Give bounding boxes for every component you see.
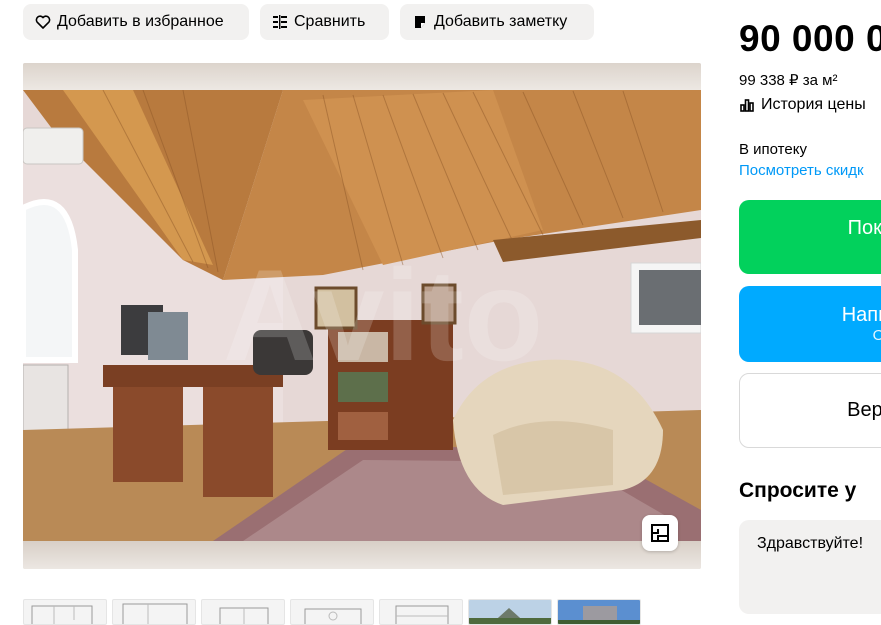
add-to-favorites-label: Добавить в избранное	[57, 13, 224, 30]
bar-chart-icon	[740, 99, 754, 112]
add-note-label: Добавить заметку	[434, 13, 568, 30]
write-message-label: Напис	[841, 304, 881, 326]
photo-gallery[interactable]: Avito	[23, 63, 701, 569]
show-phone-label: Пока	[847, 217, 881, 239]
write-message-button[interactable]: Напис Отве	[739, 286, 881, 362]
add-note-button[interactable]: Добавить заметку	[400, 4, 594, 40]
view-discount-link[interactable]: Посмотреть скидк	[739, 162, 864, 179]
show-phone-sublabel: 8	[754, 240, 881, 257]
thumbnail-exterior[interactable]	[557, 599, 641, 625]
ask-seller-message-text: Здравствуйте!	[757, 535, 864, 552]
thumbnail-floor-plan[interactable]	[379, 599, 463, 625]
compare-label: Сравнить	[294, 13, 366, 30]
avito-watermark: Avito	[223, 242, 543, 388]
note-icon	[415, 16, 425, 28]
thumbnail-strip	[23, 599, 641, 625]
floor-plan-icon	[651, 524, 669, 542]
write-message-sublabel: Отве	[872, 327, 881, 344]
price: 90 000 0	[739, 18, 881, 59]
gallery-top-strip	[23, 63, 701, 90]
floor-plan-button[interactable]	[642, 515, 678, 551]
price-history-label: История цены	[761, 96, 866, 113]
thumbnail-exterior[interactable]	[468, 599, 552, 625]
heart-icon	[35, 15, 51, 29]
thumbnail-floor-plan[interactable]	[112, 599, 196, 625]
return-label: Верн	[847, 399, 881, 421]
ask-seller-message[interactable]: Здравствуйте!	[739, 520, 881, 614]
show-phone-button[interactable]: Пока 8	[739, 200, 881, 274]
gallery-bottom-strip	[23, 541, 701, 569]
return-button[interactable]: Верн	[739, 373, 881, 448]
add-to-favorites-button[interactable]: Добавить в избранное	[23, 4, 249, 40]
thumbnail-floor-plan[interactable]	[201, 599, 285, 625]
ask-seller-title: Спросите у	[739, 479, 857, 502]
thumbnail-floor-plan[interactable]	[23, 599, 107, 625]
compare-icon	[273, 15, 287, 29]
room-photo-image: Avito	[23, 90, 701, 541]
mortgage-label: В ипотеку	[739, 141, 807, 158]
price-history-link[interactable]: История цены	[739, 96, 866, 114]
thumbnail-floor-plan[interactable]	[290, 599, 374, 625]
compare-button[interactable]: Сравнить	[260, 4, 389, 40]
price-per-square-meter: 99 338 ₽ за м²	[739, 72, 838, 89]
main-photo[interactable]: Avito	[23, 90, 701, 541]
